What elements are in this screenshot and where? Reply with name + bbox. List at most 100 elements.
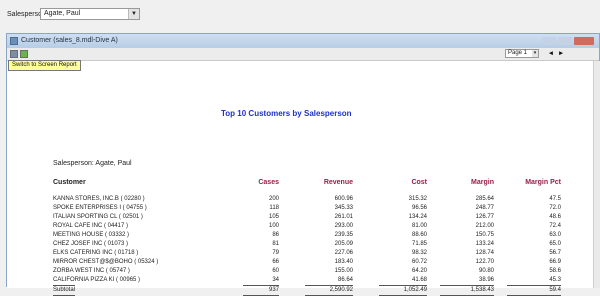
cell-revenue: 600.96 — [334, 196, 353, 202]
chevron-down-icon[interactable]: ▼ — [128, 9, 139, 19]
cell-customer: ROYAL CAFE INC ( 04417 ) — [53, 223, 129, 229]
cell-cases: 200 — [268, 196, 279, 202]
salesperson-value: Agate, Paul — [44, 10, 81, 17]
cell-cost: 64.20 — [411, 268, 427, 274]
header-cases: Cases — [258, 179, 279, 186]
report-canvas: Top 10 Customers by Salesperson Salesper… — [7, 61, 593, 296]
cell-cost: 96.56 — [411, 205, 427, 211]
report-title: Top 10 Customers by Salesperson — [221, 109, 352, 118]
cell-cost: 41.68 — [411, 277, 427, 283]
header-margin-pct: Margin Pct — [525, 179, 561, 186]
cell-margin: 285.64 — [475, 196, 494, 202]
cell-cases: 34 — [272, 277, 279, 283]
chevron-down-icon: ▾ — [532, 50, 538, 57]
maximize-button[interactable] — [558, 37, 572, 45]
cell-customer: SPOKE ENTERPRISES I ( 04755 ) — [53, 205, 147, 211]
cell-cases: 79 — [272, 250, 279, 256]
table-row: ELKS CATERING INC ( 01718 ) 79 227.06 98… — [7, 249, 593, 258]
table-row: KANNA STORES, INC.B ( 02280 ) 200 600.96… — [7, 195, 593, 204]
switch-tooltip: Switch to Screen Report — [8, 60, 81, 71]
switch-view-icon[interactable] — [20, 50, 28, 58]
cell-cost: 71.85 — [411, 241, 427, 247]
cell-customer: CHEZ JOSEF INC ( 01073 ) — [53, 241, 129, 247]
cell-customer: MIRROR CHEST@$@BOHO ( 05324 ) — [53, 259, 159, 265]
cell-margin-pct: 72.0 — [549, 205, 561, 211]
cell-customer: ZORBA WEST INC ( 05747 ) — [53, 268, 130, 274]
close-button[interactable] — [574, 37, 594, 45]
header-revenue: Revenue — [323, 179, 353, 186]
cell-customer: MEETING HOUSE ( 03332 ) — [53, 232, 130, 238]
table-row: ITALIAN SPORTING CL ( 02501 ) 105 261.01… — [7, 213, 593, 222]
cell-margin: 212.00 — [475, 223, 494, 229]
salesperson-dropdown[interactable]: Agate, Paul ▼ — [40, 8, 140, 20]
table-row: CALIFORNIA PIZZA KI ( 00965 ) 34 86.64 4… — [7, 276, 593, 285]
cell-cases: 86 — [272, 232, 279, 238]
cell-margin-pct: 63.0 — [549, 232, 561, 238]
page-select-value: Page 1 — [508, 50, 528, 56]
cell-margin: 90.80 — [478, 268, 494, 274]
cell-revenue: 345.33 — [334, 205, 353, 211]
table-row: ZORBA WEST INC ( 05747 ) 60 155.00 64.20… — [7, 267, 593, 276]
previous-page-button[interactable]: ◂ — [547, 50, 555, 58]
cell-margin-pct: 47.5 — [549, 196, 561, 202]
cell-margin-pct: 66.9 — [549, 259, 561, 265]
header-margin: Margin — [471, 179, 494, 186]
table-row: MIRROR CHEST@$@BOHO ( 05324 ) 66 183.40 … — [7, 258, 593, 267]
table-row: ROYAL CAFE INC ( 04417 ) 100 293.00 81.0… — [7, 222, 593, 231]
cell-margin-pct: 45.3 — [549, 277, 561, 283]
minimize-button[interactable] — [542, 37, 556, 45]
report-toolbar: Page 1 ▾ ◂ ▸ — [7, 48, 599, 61]
cell-revenue: 227.06 — [334, 250, 353, 256]
cell-customer: ELKS CATERING INC ( 01718 ) — [53, 250, 139, 256]
next-page-button[interactable]: ▸ — [557, 50, 565, 58]
cell-revenue: 155.00 — [334, 268, 353, 274]
cell-margin-pct: 48.6 — [549, 214, 561, 220]
vertical-scrollbar[interactable] — [593, 61, 600, 288]
cell-revenue: 205.09 — [334, 241, 353, 247]
report-salesperson: Salesperson: Agate, Paul — [53, 160, 132, 167]
header-customer: Customer — [53, 179, 86, 186]
salesperson-bar: Salesperson Agate, Paul ▼ — [0, 0, 600, 30]
cell-cases: 60 — [272, 268, 279, 274]
cell-margin: 128.74 — [475, 250, 494, 256]
cell-cost: 88.60 — [411, 232, 427, 238]
cell-revenue: 183.40 — [334, 259, 353, 265]
cell-margin: 248.77 — [475, 205, 494, 211]
table-row: MEETING HOUSE ( 03332 ) 86 239.35 88.60 … — [7, 231, 593, 240]
window-titlebar[interactable]: Customer (sales_8.mdl-Dive A) — [7, 34, 599, 48]
window-icon — [10, 37, 18, 45]
cell-margin: 133.24 — [475, 241, 494, 247]
cell-cases: 81 — [272, 241, 279, 247]
cell-margin: 150.75 — [475, 232, 494, 238]
cell-customer: CALIFORNIA PIZZA KI ( 00965 ) — [53, 277, 141, 283]
cell-cases: 118 — [269, 205, 279, 211]
cell-customer: KANNA STORES, INC.B ( 02280 ) — [53, 196, 145, 202]
cell-cost: 60.72 — [411, 259, 427, 265]
cell-margin-pct: 56.7 — [549, 250, 561, 256]
cell-revenue: 239.35 — [334, 232, 353, 238]
header-cost: Cost — [411, 179, 427, 186]
page-select[interactable]: Page 1 ▾ — [505, 49, 539, 58]
report-window: Customer (sales_8.mdl-Dive A) Page 1 ▾ ◂… — [6, 33, 600, 296]
cell-cost: 81.00 — [411, 223, 427, 229]
cell-cost: 98.32 — [411, 250, 427, 256]
cell-revenue: 293.00 — [334, 223, 353, 229]
cell-margin: 126.77 — [475, 214, 494, 220]
cell-cases: 100 — [268, 223, 279, 229]
print-icon[interactable] — [10, 50, 18, 58]
cell-cases: 105 — [268, 214, 279, 220]
cell-cost: 134.24 — [408, 214, 427, 220]
table-row: SPOKE ENTERPRISES I ( 04755 ) 118 345.33… — [7, 204, 593, 213]
subtotal-row: Subtotal 937 2,590.92 1,052.49 1,538.43 … — [7, 285, 593, 296]
cell-revenue: 261.01 — [334, 214, 353, 220]
cell-margin-pct: 65.0 — [549, 241, 561, 247]
cell-margin-pct: 58.6 — [549, 268, 561, 274]
cell-margin-pct: 72.4 — [549, 223, 561, 229]
window-title: Customer (sales_8.mdl-Dive A) — [21, 37, 118, 44]
cell-revenue: 86.64 — [337, 277, 353, 283]
cell-margin: 38.96 — [478, 277, 494, 283]
table-row: CHEZ JOSEF INC ( 01073 ) 81 205.09 71.85… — [7, 240, 593, 249]
cell-cases: 66 — [272, 259, 279, 265]
cell-cost: 315.32 — [408, 196, 427, 202]
cell-margin: 122.70 — [475, 259, 494, 265]
